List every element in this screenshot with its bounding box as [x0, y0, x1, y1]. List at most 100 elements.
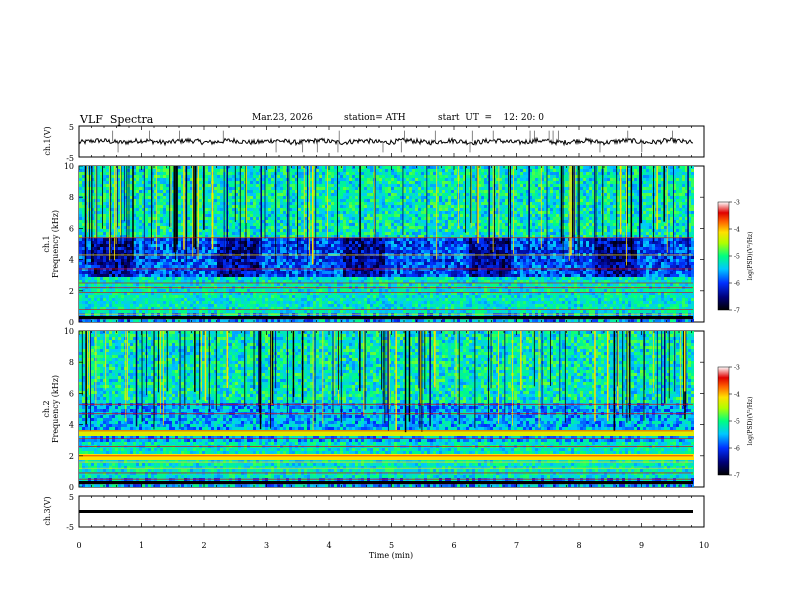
spectrogram-cell [349, 178, 352, 181]
spectrogram-cell [409, 196, 412, 199]
spectrogram-cell [79, 208, 82, 211]
spectrogram-cell [148, 205, 151, 208]
spectrogram-cell [589, 199, 592, 202]
spectrogram-cell [538, 193, 541, 196]
spectrogram-cell [331, 217, 334, 220]
spectrogram-cell [421, 217, 424, 220]
spectrogram-cell [415, 229, 418, 232]
spectrogram-cell [565, 181, 568, 184]
spectrogram-cell [484, 214, 487, 217]
spectrogram-cell [481, 181, 484, 184]
spectrogram-cell [523, 208, 526, 211]
spectrogram-cell [595, 196, 598, 199]
spectrogram-cell [442, 175, 445, 178]
spectrogram-cell [271, 217, 274, 220]
spectrogram-cell [481, 169, 484, 172]
spectrogram-cell [580, 214, 583, 217]
spectrogram-cell [229, 232, 232, 235]
spectrogram-cell [343, 199, 346, 202]
spectrogram-cell [382, 178, 385, 181]
spectrogram-cell [232, 208, 235, 211]
spectrogram-cell [556, 202, 559, 205]
spectrogram-cell [622, 220, 625, 223]
spectrogram-cell [691, 181, 694, 184]
spectrogram-cell [442, 232, 445, 235]
spectrogram-cell [613, 196, 616, 199]
spectrogram-cell [598, 184, 601, 187]
spectrogram-cell [229, 169, 232, 172]
spectrogram-cell [229, 166, 232, 169]
spectrogram-cell [199, 187, 202, 190]
spectrogram-cell [682, 175, 685, 178]
spectrogram-cell [658, 178, 661, 181]
spectrogram-cell [301, 202, 304, 205]
spectrogram-cell [217, 208, 220, 211]
spectrogram-cell [448, 178, 451, 181]
spectrogram-cell [355, 196, 358, 199]
spectrogram-cell [121, 175, 124, 178]
spectrogram-cell [385, 229, 388, 232]
spectrogram-cell [427, 205, 430, 208]
spectrogram-cell [340, 199, 343, 202]
spectrogram-cell [97, 205, 100, 208]
spectrogram-cell [205, 202, 208, 205]
spectrogram-cell [433, 232, 436, 235]
spectrogram-cell [646, 208, 649, 211]
spectrogram-cell [349, 172, 352, 175]
spectrogram-cell [208, 220, 211, 223]
spectrogram-cell [595, 193, 598, 196]
spectrogram-cell [505, 175, 508, 178]
spectrogram-cell [316, 187, 319, 190]
spectrogram-cell [316, 199, 319, 202]
spectrogram-cell [589, 193, 592, 196]
spectrogram-cell [139, 208, 142, 211]
spectrogram-cell [628, 172, 631, 175]
spectrogram-cell [367, 175, 370, 178]
spectrogram-cell [262, 202, 265, 205]
spectrogram-cell [355, 178, 358, 181]
spectrogram-cell [364, 202, 367, 205]
spectrogram-cell [532, 211, 535, 214]
spectrogram-cell [205, 214, 208, 217]
spectrogram-cell [448, 169, 451, 172]
spectrogram-cell [418, 193, 421, 196]
spectrogram-cell [604, 211, 607, 214]
spectrogram-cell [454, 190, 457, 193]
spectrogram-cell [472, 187, 475, 190]
spectrogram-cell [472, 202, 475, 205]
spectrogram-cell [334, 187, 337, 190]
spectrogram-cell [361, 208, 364, 211]
spectrogram-cell [355, 172, 358, 175]
spectrogram-cell [427, 202, 430, 205]
spectrogram-cell [649, 178, 652, 181]
spectrogram-cell [550, 223, 553, 226]
spectrogram-cell [520, 175, 523, 178]
spectrogram-cell [79, 184, 82, 187]
spectrogram-cell [352, 184, 355, 187]
spectrogram-cell [613, 208, 616, 211]
spectrogram-cell [445, 202, 448, 205]
spectrogram-cell [403, 229, 406, 232]
spectrogram-cell [523, 172, 526, 175]
spectrogram-cell [442, 226, 445, 229]
spectrogram-cell [388, 187, 391, 190]
spectrogram-cell [79, 169, 82, 172]
spectrogram-cell [139, 205, 142, 208]
spectrogram-cell [265, 187, 268, 190]
spectrogram-cell [103, 226, 106, 229]
spectrogram-cell [580, 193, 583, 196]
spectrogram-cell [394, 175, 397, 178]
spectrogram-cell [289, 190, 292, 193]
spectrogram-cell [658, 175, 661, 178]
spectrogram-cell [328, 208, 331, 211]
spectrogram-cell [550, 196, 553, 199]
spectrogram-cell [271, 169, 274, 172]
spectrogram-cell [682, 205, 685, 208]
spectrogram-cell [622, 211, 625, 214]
spectrogram-cell [604, 196, 607, 199]
spectrogram-cell [379, 199, 382, 202]
spectrogram-cell [262, 196, 265, 199]
spectrogram-cell [319, 232, 322, 235]
spectrogram-cell [553, 178, 556, 181]
spectrogram-cell [550, 184, 553, 187]
